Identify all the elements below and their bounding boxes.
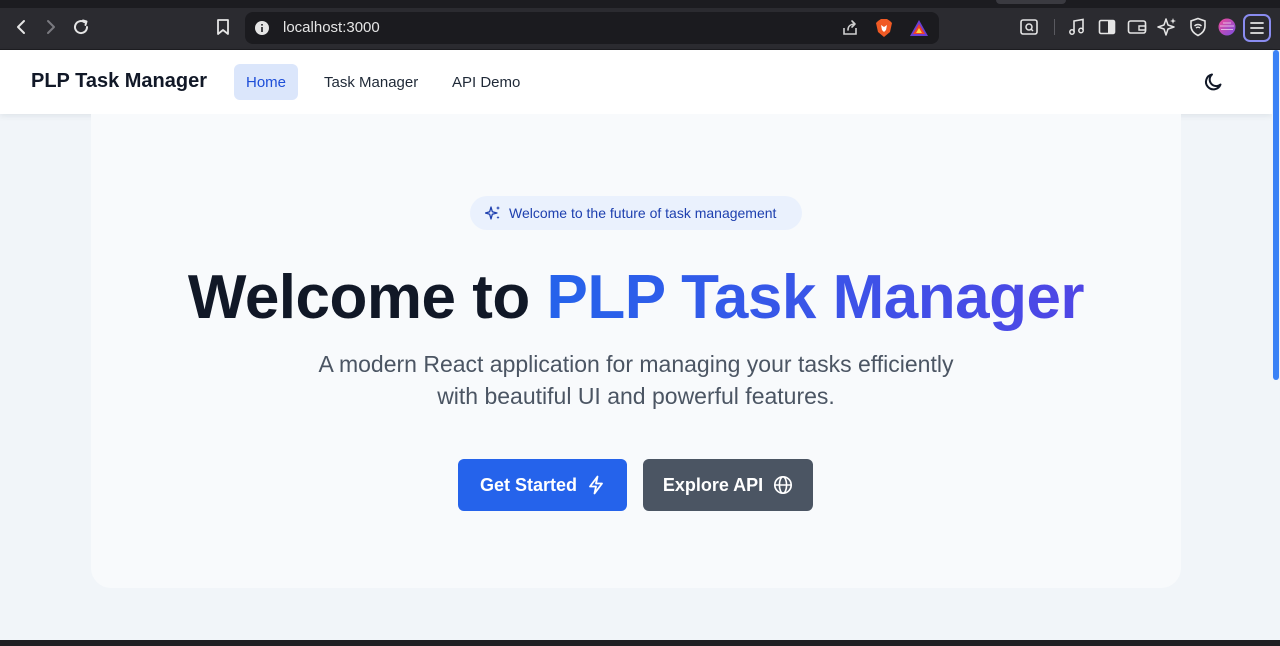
sparkles-icon	[484, 205, 501, 226]
globe-icon	[773, 475, 793, 495]
hero-subtitle-line1: A modern React application for managing …	[318, 351, 954, 377]
nav-home[interactable]: Home	[234, 64, 299, 100]
site-info-icon[interactable]	[255, 21, 269, 35]
nav-task-manager[interactable]: Task Manager	[312, 64, 430, 100]
brand-logo-text[interactable]: PLP Task Manager	[31, 70, 207, 93]
reload-button[interactable]	[70, 16, 92, 38]
app-header: PLP Task Manager Home Task Manager API D…	[0, 50, 1272, 114]
bottom-edge	[0, 640, 1280, 646]
forward-button[interactable]	[40, 16, 62, 38]
browser-toolbar: localhost:3000	[0, 0, 1280, 50]
moon-icon[interactable]	[1203, 71, 1225, 93]
tab-strip	[0, 0, 1280, 8]
hero-headline: Welcome to PLP Task Manager	[0, 262, 1272, 333]
url-text[interactable]: localhost:3000	[283, 19, 380, 36]
address-bar[interactable]: localhost:3000	[245, 12, 939, 44]
brave-shields-icon[interactable]	[875, 18, 893, 43]
media-music-icon[interactable]	[1067, 17, 1087, 37]
profile-avatar-icon[interactable]	[1217, 17, 1237, 37]
wallet-icon[interactable]	[1127, 17, 1147, 37]
hero-subtitle-line2: with beautiful UI and powerful features.	[437, 383, 835, 409]
leo-ai-icon[interactable]	[1157, 17, 1177, 37]
headline-highlight: PLP Task Manager	[546, 263, 1085, 332]
bookmark-icon[interactable]	[212, 16, 234, 38]
nav-api-demo[interactable]: API Demo	[440, 64, 532, 100]
get-started-button[interactable]: Get Started	[458, 459, 627, 511]
get-started-label: Get Started	[479, 474, 578, 495]
tab-indicator	[996, 0, 1066, 4]
back-button[interactable]	[10, 16, 32, 38]
share-icon[interactable]	[841, 19, 859, 42]
explore-api-label: Explore API	[662, 474, 764, 495]
headline-prefix: Welcome to	[187, 263, 530, 332]
toolbar-divider	[1054, 19, 1055, 35]
lightning-icon	[587, 475, 605, 495]
screen-capture-icon[interactable]	[1019, 17, 1039, 37]
scrollbar-thumb[interactable]	[1273, 50, 1279, 380]
brave-rewards-icon[interactable]	[909, 19, 929, 42]
vpn-shield-icon[interactable]	[1188, 17, 1208, 37]
explore-api-button[interactable]: Explore API	[643, 459, 813, 511]
browser-menu-button[interactable]	[1243, 14, 1271, 42]
sidebar-toggle-icon[interactable]	[1097, 17, 1117, 37]
welcome-badge-text: Welcome to the future of task management	[509, 205, 777, 221]
welcome-badge: Welcome to the future of task management	[470, 196, 802, 230]
